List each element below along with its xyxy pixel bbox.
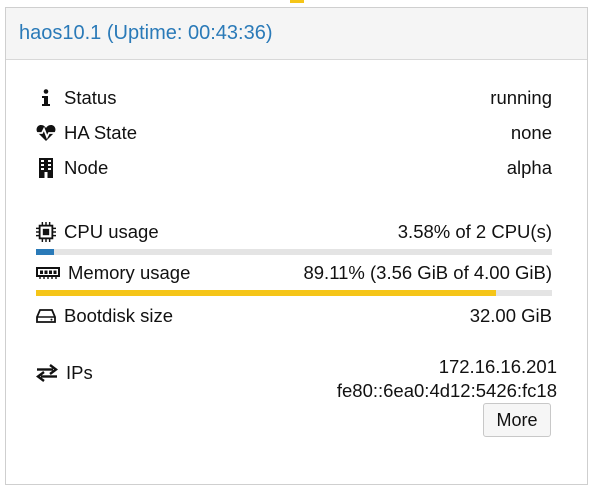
heartbeat-icon [36,123,56,143]
memory-usage-bar [36,290,552,296]
memory-row: Memory usage 89.11% (3.56 GiB of 4.00 Gi… [36,262,552,284]
node-label: Node [64,157,109,178]
ha-state-label: HA State [64,122,138,143]
bootdisk-row: Bootdisk size 32.00 GiB [36,305,552,327]
cpu-icon [36,222,56,242]
panel-header: haos10.1 (Uptime: 00:43:36) [6,8,587,60]
memory-label: Memory usage [68,262,191,283]
cpu-value: 3.58% of 2 CPU(s) [397,221,552,242]
hdd-icon [36,306,56,326]
ips-row: IPs [36,362,93,384]
node-value: alpha [506,157,552,178]
node-row: Node alpha [36,157,552,179]
status-value: running [490,87,552,108]
more-button[interactable]: More [483,403,551,437]
ha-state-value: none [510,122,552,143]
ip-address-v4: 172.16.16.201 [438,356,557,377]
memory-icon [36,263,60,283]
ip-address-v6: fe80::6ea0:4d12:5426:fc18 [336,380,557,401]
cpu-label: CPU usage [64,221,159,242]
status-row: Status running [36,87,552,109]
ha-state-row: HA State none [36,122,552,144]
memory-usage-bar-fill [36,290,496,296]
bootdisk-label: Bootdisk size [64,305,173,326]
memory-value: 89.11% (3.56 GiB of 4.00 GiB) [303,262,552,283]
info-icon [36,88,56,108]
bootdisk-value: 32.00 GiB [469,305,552,326]
panel-title: haos10.1 (Uptime: 00:43:36) [19,22,273,44]
ips-label: IPs [66,362,93,383]
cpu-usage-bar-fill [36,249,55,255]
building-icon [36,158,56,178]
cpu-row: CPU usage 3.58% of 2 CPU(s) [36,221,552,243]
cpu-usage-bar [36,249,552,255]
top-accent-marker [290,0,304,3]
ips-list: 172.16.16.201 fe80::6ea0:4d12:5426:fc18 [337,355,557,403]
status-label: Status [64,87,117,108]
exchange-icon [36,363,58,383]
